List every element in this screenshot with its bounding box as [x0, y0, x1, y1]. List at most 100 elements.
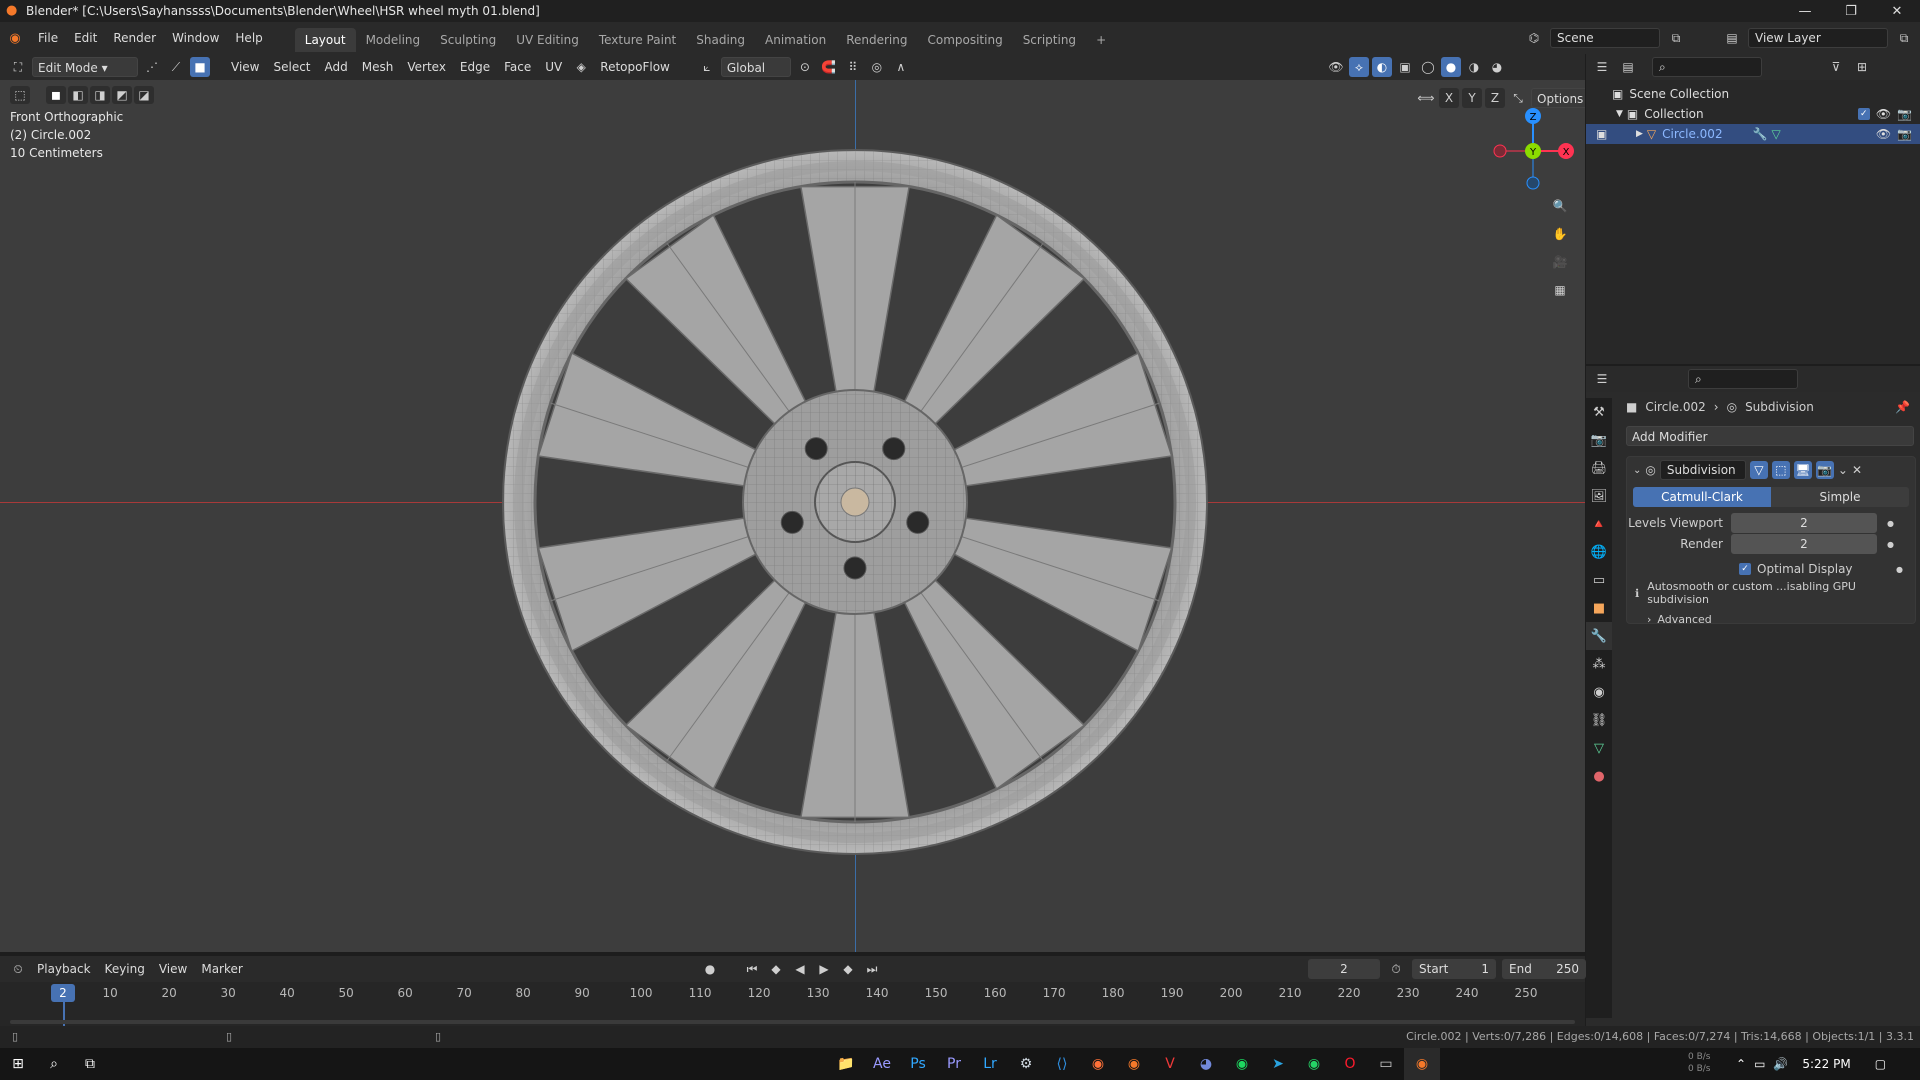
task-view-icon[interactable]: ⧉ — [72, 1048, 108, 1080]
proportional-edit-icon[interactable]: ◎ — [867, 57, 887, 77]
outliner-collection[interactable]: ▼ ▣ Collection ✓ 👁 📷 — [1586, 104, 1920, 124]
menu-file[interactable]: File — [30, 22, 66, 54]
outliner-editor-type-icon[interactable]: ☰ — [1592, 57, 1612, 77]
preview-range-icon[interactable]: ⏱ — [1386, 959, 1406, 979]
jump-keyframe-back-icon[interactable]: ◆ — [766, 959, 786, 979]
playhead-indicator[interactable]: 2 — [51, 984, 75, 1002]
telegram-icon[interactable]: ➤ — [1260, 1048, 1296, 1080]
steam-icon[interactable]: ⚙ — [1008, 1048, 1044, 1080]
zoom-icon[interactable]: 🔍 — [1550, 196, 1570, 216]
falloff-icon[interactable]: ∧ — [891, 57, 911, 77]
timeline-scrollbar[interactable] — [10, 1020, 1575, 1024]
photoshop-icon[interactable]: Ps — [900, 1048, 936, 1080]
select-intersect-icon[interactable]: ◪ — [134, 86, 154, 104]
render-toggle-icon[interactable]: 📷 — [1815, 461, 1834, 479]
tab-animation[interactable]: Animation — [755, 28, 836, 52]
network-icon[interactable]: ▭ — [1754, 1057, 1765, 1071]
gizmo-neg-x-axis[interactable] — [1493, 144, 1507, 158]
pan-hand-icon[interactable]: ✋ — [1550, 224, 1570, 244]
app-window-icon[interactable]: ▭ — [1368, 1048, 1404, 1080]
collapse-chevron-icon[interactable]: ⌄ — [1633, 465, 1641, 476]
advanced-chevron-icon[interactable]: › — [1647, 613, 1651, 626]
tab-modeling[interactable]: Modeling — [356, 28, 431, 52]
clock[interactable]: 5:22 PM — [1802, 1057, 1850, 1071]
modifier-menu-chevron-icon[interactable]: ⌄ — [1838, 463, 1848, 477]
spotify-icon[interactable]: ◉ — [1224, 1048, 1260, 1080]
visibility-icon[interactable]: 👁 — [1326, 57, 1346, 77]
menu-mesh[interactable]: Mesh — [357, 57, 399, 77]
select-invert-icon[interactable]: ◩ — [112, 86, 132, 104]
tab-compositing[interactable]: Compositing — [917, 28, 1012, 52]
pivot-icon[interactable]: ⊙ — [795, 57, 815, 77]
outliner-object-circle[interactable]: ▣ ▶ ▽ Circle.002 🔧 ▽ 👁 📷 — [1586, 124, 1920, 144]
timeline-ruler[interactable]: 10 20 30 40 50 60 70 80 90 100 110 120 130 140 150 160 1… — [0, 982, 1585, 1026]
gizmo-neg-z-axis[interactable] — [1526, 176, 1540, 190]
filter-icon[interactable]: ⊽ — [1826, 57, 1846, 77]
object-render-icon[interactable]: 📷 — [1897, 127, 1912, 141]
scene-tab-icon[interactable]: 🔺 — [1586, 510, 1612, 538]
select-new-icon[interactable]: ◼ — [46, 86, 66, 104]
menu-render[interactable]: Render — [105, 22, 164, 54]
output-tab-icon[interactable]: 🖨 — [1586, 454, 1612, 482]
orientation-dropdown[interactable]: Global — [720, 57, 791, 77]
end-frame-input[interactable]: End 250 — [1502, 959, 1586, 979]
opera-icon[interactable]: O — [1332, 1048, 1368, 1080]
select-extend-icon[interactable]: ◧ — [68, 86, 88, 104]
simple-tab[interactable]: Simple — [1771, 487, 1909, 507]
auto-keying-icon[interactable]: ● — [700, 959, 720, 979]
tab-scripting[interactable]: Scripting — [1013, 28, 1086, 52]
new-view-layer-icon[interactable]: ⧉ — [1894, 28, 1914, 48]
lightroom-icon[interactable]: Lr — [972, 1048, 1008, 1080]
catmull-clark-tab[interactable]: Catmull-Clark — [1633, 487, 1771, 507]
after-effects-icon[interactable]: Ae — [864, 1048, 900, 1080]
levels-viewport-input[interactable]: 2 — [1731, 513, 1877, 533]
notifications-icon[interactable]: ▢ — [1875, 1057, 1886, 1071]
jump-start-icon[interactable]: ⏮ — [742, 959, 762, 979]
blender-app-icon[interactable]: ◉ — [1116, 1048, 1152, 1080]
data-tab-icon[interactable]: ▽ — [1586, 734, 1612, 762]
properties-search-input[interactable]: ⌕ — [1688, 369, 1798, 389]
jump-end-icon[interactable]: ⏭ — [862, 959, 882, 979]
keyframe-dot-icon[interactable]: ● — [1896, 565, 1903, 574]
editor-type-icon[interactable]: ⛶ — [8, 57, 28, 77]
object-visibility-icon[interactable]: 👁 — [1876, 127, 1891, 141]
cage-toggle-icon[interactable]: ⬚ — [1771, 461, 1790, 479]
transform-orientation-icon[interactable]: ⟀ — [697, 57, 717, 77]
snap-target-icon[interactable]: ⠿ — [843, 57, 863, 77]
menu-select[interactable]: Select — [268, 57, 315, 77]
search-icon[interactable]: ⌕ — [36, 1048, 72, 1080]
collection-expand-icon[interactable]: ▼ — [1616, 109, 1623, 119]
maximize-button[interactable]: ❐ — [1828, 0, 1874, 22]
material-tab-icon[interactable]: ● — [1586, 762, 1612, 790]
modifier-name-field[interactable]: Subdivision — [1659, 460, 1746, 480]
menu-edit[interactable]: Edit — [66, 22, 105, 54]
volume-icon[interactable]: 🔊 — [1773, 1057, 1788, 1071]
remove-modifier-icon[interactable]: ✕ — [1852, 463, 1862, 477]
render-levels-input[interactable]: 2 — [1731, 534, 1877, 554]
minimize-button[interactable]: — — [1782, 0, 1828, 22]
camera-view-icon[interactable]: 🎥 — [1550, 252, 1570, 272]
3d-viewport[interactable]: ⬚ ◼ ◧ ◨ ◩ ◪ ⟺ X Y Z ⤡ Options Front Orth… — [0, 80, 1585, 952]
constraints-tab-icon[interactable]: ⛓ — [1586, 706, 1612, 734]
menu-view[interactable]: View — [226, 57, 264, 77]
add-workspace-button[interactable]: + — [1086, 28, 1116, 52]
menu-keying[interactable]: Keying — [100, 959, 150, 979]
rendered-shading-icon[interactable]: ◕ — [1487, 57, 1507, 77]
discord-icon[interactable]: ◕ — [1188, 1048, 1224, 1080]
start-frame-input[interactable]: Start 1 — [1412, 959, 1496, 979]
scene-icon[interactable]: ⌬ — [1524, 28, 1544, 48]
play-reverse-icon[interactable]: ◀ — [790, 959, 810, 979]
mirror-x-toggle[interactable]: X — [1439, 88, 1459, 108]
render-tab-icon[interactable]: 📷 — [1586, 426, 1612, 454]
navigation-gizmo[interactable]: Z X Y — [1488, 102, 1578, 192]
edit-mode-icon[interactable]: ▣ — [1596, 127, 1607, 141]
select-tool-icon[interactable]: ⬚ — [10, 86, 30, 104]
menu-vertex[interactable]: Vertex — [402, 57, 451, 77]
snap-icon[interactable]: 🧲 — [819, 57, 839, 77]
menu-uv[interactable]: UV — [540, 57, 567, 77]
keyframe-dot-icon[interactable]: ● — [1887, 540, 1894, 549]
edge-select-icon[interactable]: ⟋ — [166, 57, 186, 77]
menu-window[interactable]: Window — [164, 22, 227, 54]
object-tab-icon[interactable]: ■ — [1586, 594, 1612, 622]
tab-shading[interactable]: Shading — [686, 28, 755, 52]
